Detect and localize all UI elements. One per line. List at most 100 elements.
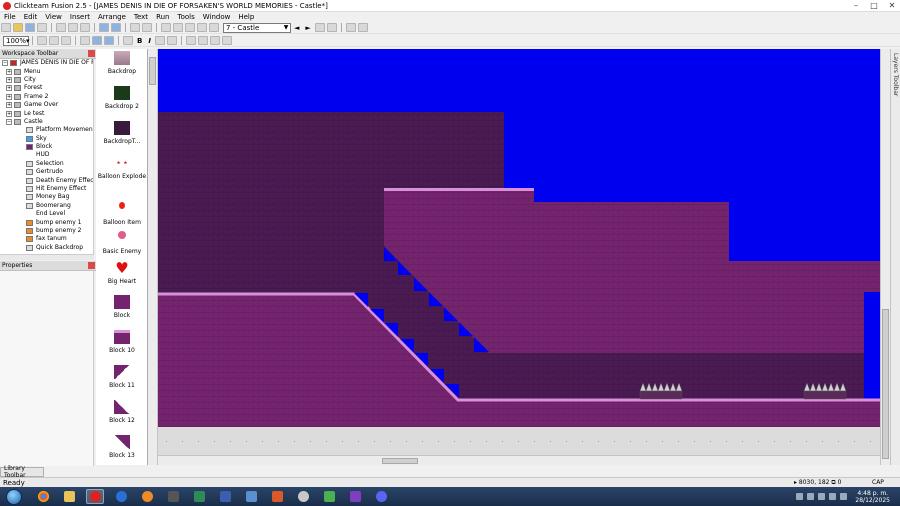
object-item[interactable]: ♥ Big Heart: [96, 261, 147, 286]
object-item[interactable]: Block 11: [96, 365, 147, 389]
tree-item[interactable]: − JAMES DENIS IN DIE OF FO: [0, 59, 93, 67]
cut-icon[interactable]: [56, 23, 66, 32]
tree-item[interactable]: Selection: [0, 160, 93, 168]
menu-insert[interactable]: Insert: [70, 13, 90, 21]
hand-tool-icon[interactable]: [37, 36, 47, 45]
lock-icon[interactable]: [49, 36, 59, 45]
tree-item[interactable]: End Level: [0, 210, 93, 218]
object-item[interactable]: Block: [96, 295, 147, 319]
blender-taskbar-icon[interactable]: [138, 489, 156, 504]
object-item[interactable]: Block 12: [96, 400, 147, 424]
frame-select[interactable]: 7 - Castle ▼: [223, 22, 291, 33]
tree-item[interactable]: Quick Backdrop: [0, 244, 93, 252]
network-icon[interactable]: [807, 493, 815, 500]
app-taskbar-icon[interactable]: [112, 489, 130, 504]
tree-item[interactable]: + Menu: [0, 67, 93, 75]
editor-horizontal-scrollbar[interactable]: [158, 455, 880, 465]
menu-text[interactable]: Text: [134, 13, 148, 21]
start-button[interactable]: [6, 488, 22, 505]
tree-expand-toggle[interactable]: +: [6, 110, 12, 117]
next-frame-button[interactable]: ►: [305, 24, 310, 32]
show-hidden-icons-icon[interactable]: [796, 493, 804, 500]
tree-expand-toggle[interactable]: +: [6, 76, 12, 83]
grid-icon[interactable]: [61, 36, 71, 45]
app-taskbar-icon[interactable]: [216, 489, 234, 504]
level-canvas[interactable]: [158, 49, 880, 455]
tree-item[interactable]: Boomerang: [0, 202, 93, 210]
copy-icon[interactable]: [68, 23, 78, 32]
tree-expand-toggle[interactable]: +: [6, 85, 12, 92]
storyboard-editor-icon[interactable]: [161, 23, 171, 32]
data-elements-icon[interactable]: [209, 23, 219, 32]
explorer-taskbar-icon[interactable]: [60, 489, 78, 504]
tree-item[interactable]: bump enemy 2: [0, 227, 93, 235]
object-item[interactable]: ٭ ٭ Balloon Explode: [96, 156, 147, 180]
scrollbar-thumb[interactable]: [882, 309, 889, 459]
test-frame-icon[interactable]: [326, 23, 337, 32]
library-toolbar-tab[interactable]: Library Toolbar: [0, 465, 44, 479]
app-taskbar-icon[interactable]: [346, 489, 364, 504]
clickteam-fusion-taskbar-icon[interactable]: [86, 489, 104, 504]
tree-expand-toggle[interactable]: +: [6, 102, 12, 109]
tree-item[interactable]: + Forest: [0, 84, 93, 92]
menu-run[interactable]: Run: [156, 13, 169, 21]
layers-toolbar-tab[interactable]: Layers Toolbar: [890, 49, 900, 465]
close-button[interactable]: ✕: [886, 1, 898, 10]
run-application-icon[interactable]: [130, 23, 140, 32]
menu-window[interactable]: Window: [203, 13, 231, 21]
tree-expand-toggle[interactable]: +: [6, 68, 12, 75]
menu-tools[interactable]: Tools: [178, 13, 195, 21]
tree-expand-toggle[interactable]: +: [6, 93, 12, 100]
editor-vertical-scrollbar[interactable]: [880, 49, 890, 465]
star-taskbar-icon[interactable]: [294, 489, 312, 504]
tree-item[interactable]: HUD: [0, 151, 93, 159]
tree-item[interactable]: bump enemy 1: [0, 218, 93, 226]
tree-item[interactable]: Sky: [0, 135, 93, 143]
object-item[interactable]: Block 13: [96, 435, 147, 459]
menu-arrange[interactable]: Arrange: [98, 13, 126, 21]
object-list[interactable]: Backdrop Backdrop 2 BackdropT... ٭ ٭ Balloon…: [96, 49, 148, 465]
tree-item[interactable]: Platform Movemen: [0, 126, 93, 134]
save-all-icon[interactable]: [37, 23, 47, 32]
object-item[interactable]: Block 10: [96, 330, 147, 354]
jump-frame-icon[interactable]: [314, 23, 325, 32]
app-taskbar-icon[interactable]: [242, 489, 260, 504]
tree-expand-toggle[interactable]: −: [2, 60, 8, 67]
italic-button[interactable]: I: [148, 37, 151, 45]
tree-item[interactable]: Hit Enemy Effect: [0, 185, 93, 193]
object-item[interactable]: BackdropT...: [96, 121, 147, 145]
object-item[interactable]: Balloon Item: [96, 198, 147, 226]
bold-button[interactable]: B: [137, 37, 142, 45]
underline-icon[interactable]: [154, 36, 165, 45]
tree-item[interactable]: + Frame 2: [0, 93, 93, 101]
menu-view[interactable]: View: [45, 13, 62, 21]
tree-item[interactable]: fax tanum: [0, 235, 93, 243]
workspace-horizontal-scrollbar[interactable]: [0, 254, 94, 260]
menu-file[interactable]: File: [4, 13, 16, 21]
scrollbar-thumb[interactable]: [149, 57, 156, 85]
align-left-icon[interactable]: [185, 36, 196, 45]
frame-editor-icon[interactable]: [173, 23, 183, 32]
paste-icon[interactable]: [80, 23, 90, 32]
unity-taskbar-icon[interactable]: [164, 489, 182, 504]
previous-frame-button[interactable]: ◄: [294, 24, 299, 32]
build-icon[interactable]: [345, 23, 356, 32]
battery-icon[interactable]: [840, 493, 848, 500]
fullscreen-icon[interactable]: [357, 23, 368, 32]
frame-editor[interactable]: [158, 49, 880, 455]
open-folder-icon[interactable]: [13, 23, 23, 32]
run-frame-icon[interactable]: [142, 23, 152, 32]
object-list-scrollbar[interactable]: [148, 49, 158, 465]
menu-help[interactable]: Help: [238, 13, 254, 21]
tree-item[interactable]: Gertrudo: [0, 168, 93, 176]
font-icon[interactable]: [123, 36, 133, 45]
menu-edit[interactable]: Edit: [24, 13, 38, 21]
tree-item[interactable]: + City: [0, 76, 93, 84]
app-taskbar-icon[interactable]: [190, 489, 208, 504]
tree-item[interactable]: − Castle: [0, 118, 93, 126]
text-color-icon[interactable]: [166, 36, 177, 45]
tree-item[interactable]: Money Bag: [0, 193, 93, 201]
undo-icon[interactable]: [99, 23, 109, 32]
frame-view-icon[interactable]: [104, 36, 114, 45]
chrome-taskbar-icon[interactable]: [34, 489, 52, 504]
